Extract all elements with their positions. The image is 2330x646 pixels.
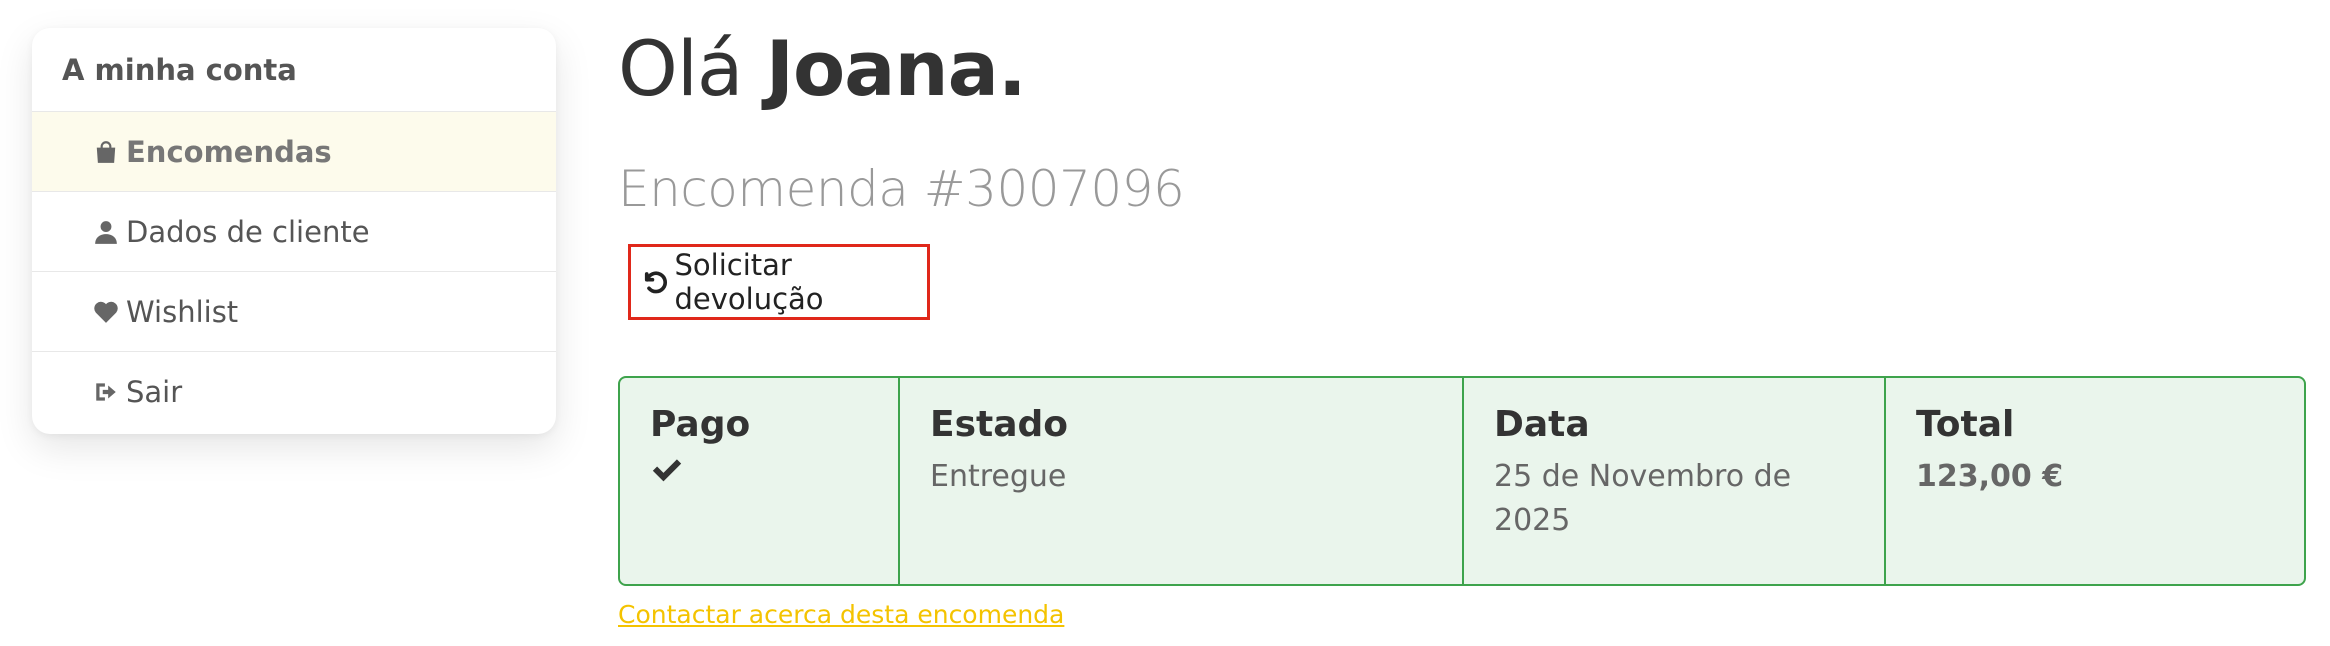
paid-label: Pago bbox=[650, 404, 751, 445]
total-label: Total bbox=[1916, 404, 2015, 445]
sidebar-item-label: Encomendas bbox=[126, 134, 332, 169]
date-label: Data bbox=[1494, 404, 1590, 445]
sidebar-item-orders[interactable]: Encomendas bbox=[32, 112, 556, 192]
request-return-button[interactable]: Solicitar devolução bbox=[628, 244, 930, 320]
order-total-cell: Total 123,00 € bbox=[1886, 378, 2304, 584]
sidebar-item-label: Sair bbox=[126, 375, 183, 409]
total-value: 123,00 € bbox=[1916, 459, 2064, 494]
shopping-bag-icon bbox=[92, 138, 120, 166]
sign-out-icon bbox=[92, 378, 120, 406]
sidebar-item-wishlist[interactable]: Wishlist bbox=[32, 272, 556, 352]
heart-icon bbox=[92, 298, 120, 326]
sidebar-title: A minha conta bbox=[32, 28, 556, 112]
order-title: Encomenda #3007096 bbox=[618, 160, 1185, 218]
sidebar-item-label: Dados de cliente bbox=[126, 214, 370, 249]
sidebar-item-label: Wishlist bbox=[126, 294, 239, 329]
state-value: Entregue bbox=[930, 459, 1067, 494]
date-value: 25 de Novembro de 2025 bbox=[1494, 459, 1792, 538]
state-label: Estado bbox=[930, 404, 1069, 445]
account-sidebar: A minha conta Encomendas Dados de client… bbox=[32, 28, 556, 434]
greeting-prefix: Olá bbox=[618, 24, 744, 113]
contact-about-order-link[interactable]: Contactar acerca desta encomenda bbox=[618, 600, 1064, 629]
undo-icon bbox=[644, 271, 668, 294]
request-return-label: Solicitar devolução bbox=[674, 248, 824, 316]
order-date-cell: Data 25 de Novembro de 2025 bbox=[1464, 378, 1886, 584]
order-paid-cell: Pago bbox=[620, 378, 900, 584]
page-greeting: Olá Joana. bbox=[618, 24, 1027, 113]
sidebar-item-logout[interactable]: Sair bbox=[32, 352, 556, 432]
order-info-table: Pago Estado Entregue Data 25 de Novembro… bbox=[618, 376, 2306, 586]
sidebar-item-customer-data[interactable]: Dados de cliente bbox=[32, 192, 556, 272]
check-icon bbox=[650, 455, 868, 489]
order-state-cell: Estado Entregue bbox=[900, 378, 1464, 584]
greeting-name: Joana. bbox=[765, 24, 1027, 113]
user-icon bbox=[92, 218, 120, 246]
